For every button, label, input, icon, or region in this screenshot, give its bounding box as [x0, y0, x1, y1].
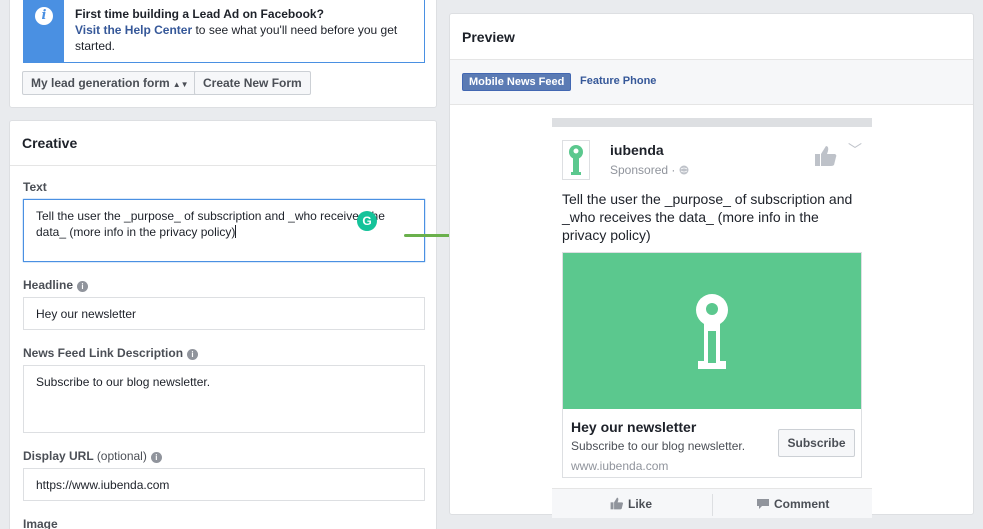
sponsored-label: Sponsored ·: [610, 163, 689, 177]
preview-panel: Preview Mobile News Feed Feature Phone i…: [449, 13, 974, 518]
help-center-notice: i First time building a Lead Ad on Faceb…: [23, 0, 425, 63]
ad-text-value: Tell the user the _purpose_ of subscript…: [36, 209, 385, 239]
chevron-down-icon[interactable]: ﹀: [848, 140, 862, 160]
display-url-input[interactable]: https://www.iubenda.com: [23, 468, 425, 501]
action-divider: [712, 494, 713, 516]
card-headline: Hey our newsletter: [571, 419, 697, 435]
page-like-icon[interactable]: [814, 145, 838, 170]
globe-icon: [679, 165, 689, 175]
comment-icon: [757, 499, 769, 509]
comment-label: Comment: [774, 497, 830, 511]
headline-label-text: Headline: [23, 278, 74, 292]
text-label: Text: [23, 180, 47, 194]
lead-ad-setup-panel: i First time building a Lead Ad on Faceb…: [9, 0, 437, 108]
link-description-label: News Feed Link Description i: [23, 346, 199, 360]
iubenda-logo-icon: [696, 294, 728, 369]
thumbs-up-icon: [610, 497, 624, 510]
ad-top-bar: [552, 118, 872, 127]
display-url-value: https://www.iubenda.com: [36, 478, 170, 492]
notice-title: First time building a Lead Ad on Faceboo…: [75, 7, 324, 21]
display-url-label-text: Display URL: [23, 449, 94, 463]
link-description-value: Subscribe to our blog newsletter.: [36, 375, 211, 389]
select-arrows-icon: ▲▼: [172, 80, 189, 89]
comment-action[interactable]: Comment: [756, 497, 829, 511]
link-description-input[interactable]: Subscribe to our blog newsletter.: [23, 365, 425, 433]
display-url-label: Display URL (optional) i: [23, 449, 162, 463]
link-description-help-icon[interactable]: i: [187, 349, 199, 360]
notice-text: First time building a Lead Ad on Faceboo…: [75, 6, 420, 54]
page-name[interactable]: iubenda: [610, 142, 664, 158]
like-action[interactable]: Like: [610, 497, 652, 511]
preview-title: Preview: [450, 14, 973, 60]
grammarly-icon[interactable]: G: [357, 211, 377, 231]
sponsored-text: Sponsored ·: [610, 163, 676, 177]
subscribe-button[interactable]: Subscribe: [778, 429, 855, 457]
tab-feature-phone[interactable]: Feature Phone: [580, 75, 656, 87]
ad-body-text: Tell the user the _purpose_ of subscript…: [562, 191, 853, 243]
link-description-label-text: News Feed Link Description: [23, 346, 184, 360]
headline-input[interactable]: Hey our newsletter: [23, 297, 425, 330]
tab-mobile-news-feed[interactable]: Mobile News Feed: [462, 73, 572, 91]
display-url-optional: (optional): [96, 449, 147, 463]
headline-label: Headline i: [23, 278, 89, 292]
display-url-help-icon[interactable]: i: [150, 452, 162, 463]
ad-actions-bar: Like Comment: [552, 488, 872, 518]
ad-link-card[interactable]: Hey our newsletter Subscribe to our blog…: [562, 252, 862, 478]
text-caret: [235, 225, 237, 238]
image-label: Image: [23, 517, 58, 529]
creative-panel: Creative Text Tell the user the _purpose…: [9, 120, 437, 529]
lead-form-select[interactable]: My lead generation form ▲▼: [22, 71, 198, 95]
like-label: Like: [628, 497, 653, 511]
preview-tabs: Mobile News Feed Feature Phone: [450, 60, 973, 105]
card-description: Subscribe to our blog newsletter.: [571, 439, 746, 453]
creative-title: Creative: [10, 121, 436, 166]
ad-image: [563, 253, 861, 409]
info-icon: i: [35, 7, 53, 25]
headline-value: Hey our newsletter: [36, 307, 137, 321]
mobile-ad-preview: iubenda Sponsored · ﹀ Tell the user the …: [552, 118, 872, 518]
headline-help-icon[interactable]: i: [77, 281, 89, 292]
help-center-link[interactable]: Visit the Help Center: [75, 23, 192, 37]
lead-form-select-value: My lead generation form: [31, 76, 170, 90]
page-logo-icon: [562, 140, 590, 180]
card-url: www.iubenda.com: [571, 459, 669, 473]
notice-icon-column: i: [24, 0, 64, 62]
create-new-form-button[interactable]: Create New Form: [194, 71, 311, 95]
